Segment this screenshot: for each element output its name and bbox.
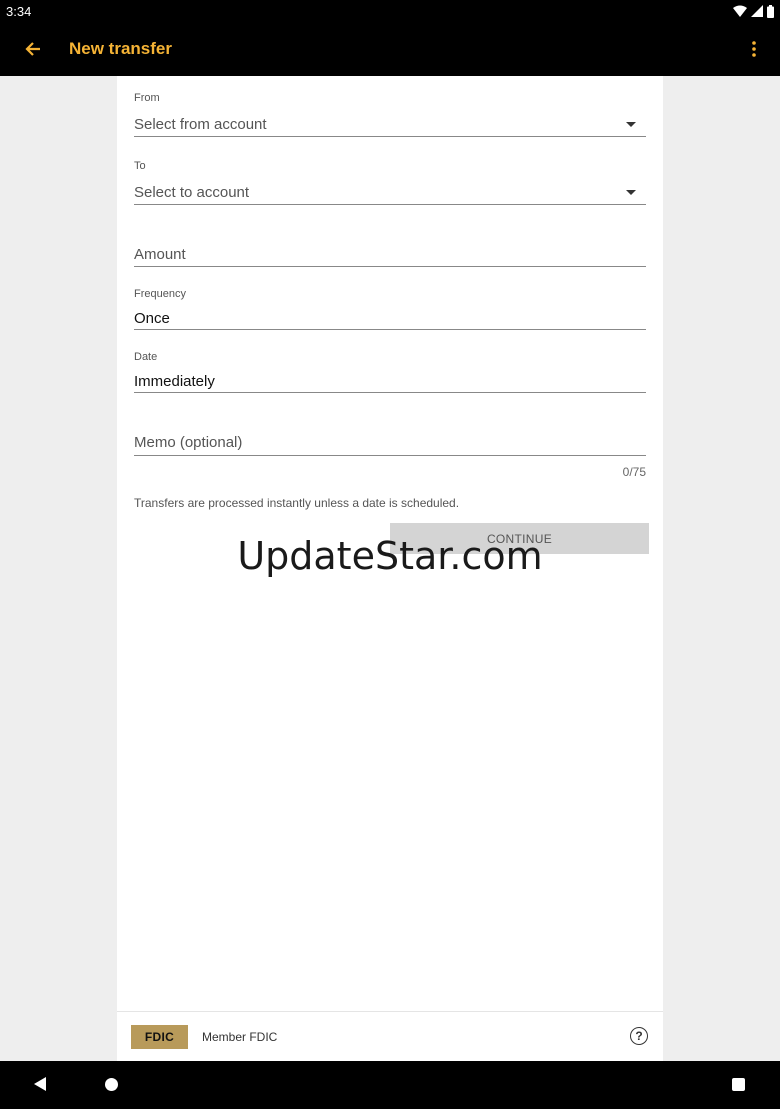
frequency-label: Frequency (134, 288, 186, 300)
amount-field[interactable]: Amount (134, 236, 646, 268)
more-vert-icon (752, 41, 756, 57)
from-underline (134, 136, 646, 137)
amount-placeholder: Amount (134, 246, 186, 263)
app-bar: New transfer (0, 22, 780, 76)
date-field[interactable]: Date Immediately (134, 351, 646, 393)
signal-icon (751, 5, 763, 17)
member-fdic-text: Member FDIC (202, 1030, 278, 1044)
help-circle-icon[interactable]: ? (630, 1027, 648, 1045)
caret-down-icon (626, 122, 636, 127)
nav-recents-icon[interactable] (732, 1078, 745, 1091)
wifi-icon (733, 5, 747, 17)
page-title: New transfer (69, 39, 172, 58)
system-nav-bar (0, 1061, 780, 1109)
memo-placeholder: Memo (optional) (134, 434, 243, 451)
fdic-logo: FDIC (131, 1025, 188, 1049)
overflow-menu-button[interactable] (744, 34, 764, 64)
to-label: To (134, 160, 146, 172)
amount-underline (134, 266, 646, 267)
frequency-field[interactable]: Frequency Once (134, 288, 646, 330)
frequency-value: Once (134, 310, 170, 327)
memo-field[interactable]: Memo (optional) (134, 424, 646, 456)
status-bar: 3:34 (0, 0, 780, 22)
footer: FDIC Member FDIC ? (117, 1011, 663, 1061)
memo-underline (134, 455, 646, 456)
transfer-form: From Select from account To Select to ac… (117, 76, 663, 1061)
from-account-dropdown[interactable]: From Select from account (134, 90, 646, 138)
battery-icon (767, 4, 774, 18)
from-account-placeholder: Select from account (134, 116, 267, 133)
to-account-placeholder: Select to account (134, 184, 250, 201)
caret-down-icon (626, 190, 636, 195)
date-label: Date (134, 351, 158, 363)
date-underline (134, 392, 646, 393)
from-label: From (134, 92, 160, 104)
status-icons (733, 4, 774, 18)
date-value: Immediately (134, 373, 215, 390)
nav-back-icon[interactable] (34, 1077, 46, 1091)
to-account-dropdown[interactable]: To Select to account (134, 158, 646, 206)
memo-character-counter: 0/75 (622, 465, 646, 479)
status-time: 3:34 (6, 4, 32, 19)
frequency-underline (134, 329, 646, 330)
to-underline (134, 204, 646, 205)
transfer-hint-text: Transfers are processed instantly unless… (134, 496, 460, 510)
nav-home-icon[interactable] (105, 1078, 118, 1091)
watermark-text: UpdateStar.com (237, 534, 543, 578)
back-button[interactable] (18, 34, 48, 64)
arrow-left-icon (25, 42, 40, 56)
